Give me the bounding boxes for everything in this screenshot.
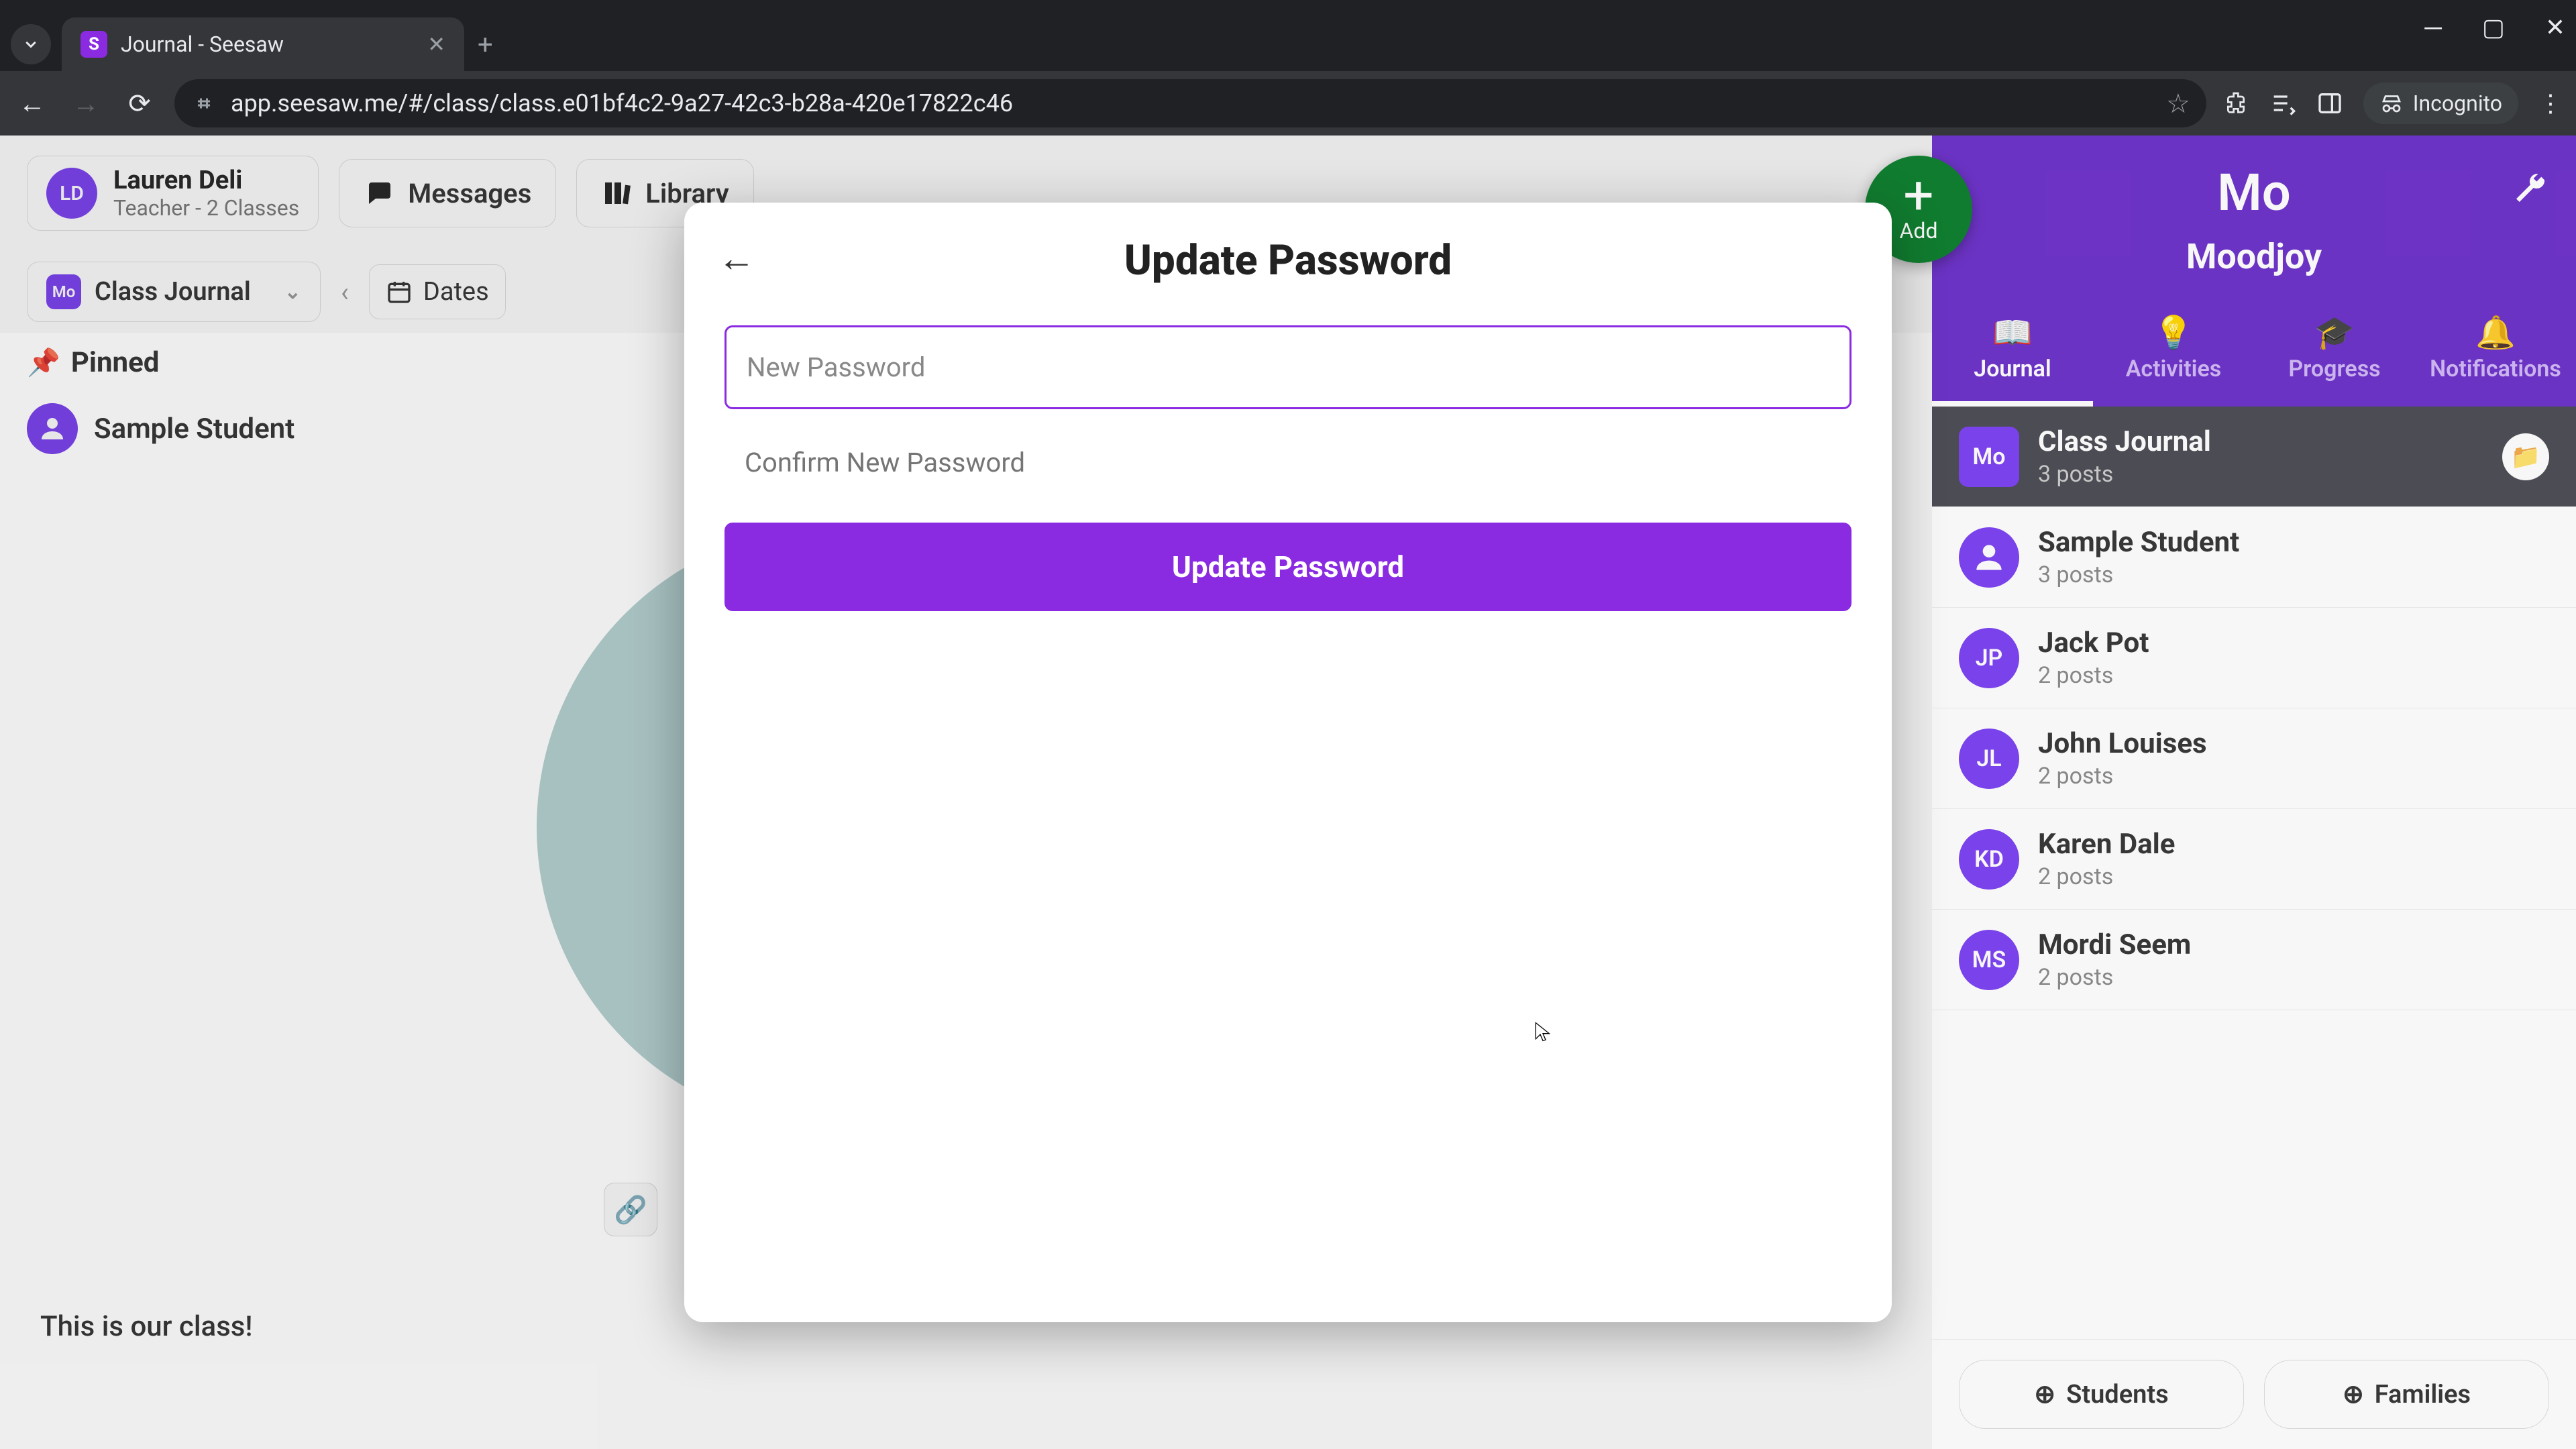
minimize-icon[interactable]: ─ xyxy=(2424,13,2442,42)
incognito-indicator[interactable]: Incognito xyxy=(2363,83,2518,124)
new-password-input[interactable] xyxy=(724,325,1851,409)
forward-button[interactable]: → xyxy=(67,85,105,122)
back-button[interactable]: ← xyxy=(13,85,51,122)
tab-close-icon[interactable]: ✕ xyxy=(427,32,445,57)
tab-favicon: S xyxy=(80,31,107,58)
media-control-icon[interactable] xyxy=(2269,90,2296,117)
browser-tab[interactable]: S Journal - Seesaw ✕ xyxy=(62,17,464,71)
sidepanel-icon[interactable] xyxy=(2316,90,2343,117)
extensions-icon[interactable] xyxy=(2222,90,2249,117)
bookmark-star-icon[interactable]: ☆ xyxy=(2166,88,2190,119)
browser-menu-icon[interactable]: ⋮ xyxy=(2538,89,2563,117)
maximize-icon[interactable]: ▢ xyxy=(2482,13,2505,42)
url-text: app.seesaw.me/#/class/class.e01bf4c2-9a2… xyxy=(231,89,2153,117)
close-window-icon[interactable]: ✕ xyxy=(2545,13,2565,42)
reload-button[interactable]: ⟳ xyxy=(121,85,158,122)
tab-search-dropdown[interactable] xyxy=(11,24,51,64)
modal-title: Update Password xyxy=(724,236,1851,285)
tab-title: Journal - Seesaw xyxy=(121,32,414,57)
browser-titlebar: S Journal - Seesaw ✕ + ─ ▢ ✕ xyxy=(0,0,2576,71)
site-settings-icon[interactable] xyxy=(191,90,217,117)
incognito-icon xyxy=(2379,91,2404,115)
modal-back-button[interactable]: ← xyxy=(718,236,755,280)
update-password-modal: ← Update Password Update Password xyxy=(684,203,1892,1322)
address-bar[interactable]: app.seesaw.me/#/class/class.e01bf4c2-9a2… xyxy=(174,79,2206,127)
new-tab-button[interactable]: + xyxy=(478,29,493,71)
modal-overlay[interactable]: ← Update Password Update Password xyxy=(0,136,2576,1449)
confirm-password-input[interactable] xyxy=(724,423,1851,502)
chevron-down-icon xyxy=(21,35,40,54)
browser-toolbar: ← → ⟳ app.seesaw.me/#/class/class.e01bf4… xyxy=(0,71,2576,136)
incognito-label: Incognito xyxy=(2413,91,2502,116)
update-password-button[interactable]: Update Password xyxy=(724,523,1851,611)
